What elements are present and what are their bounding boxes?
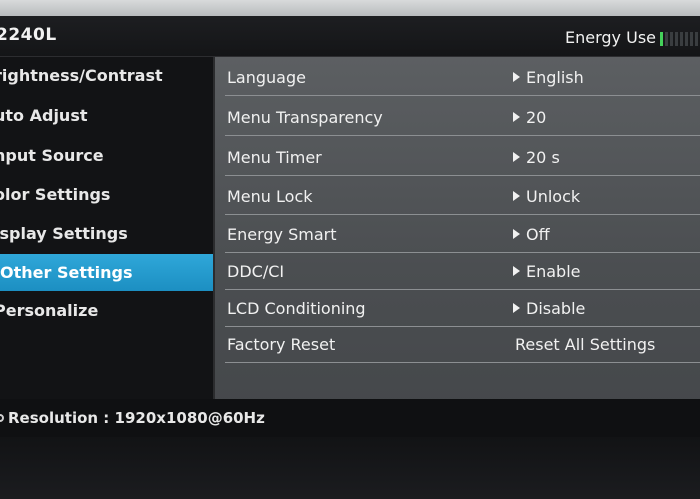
resolution-readout: Resolution : 1920x1080@60Hz (8, 409, 265, 427)
energy-meter-segment (690, 32, 693, 46)
setting-row-ddc-ci[interactable]: DDC/CI Enable (225, 253, 700, 290)
setting-value: 20 s (513, 148, 560, 167)
arrow-right-icon (513, 229, 520, 239)
setting-value: Disable (513, 299, 585, 318)
menu-item-auto-adjust[interactable]: uto Adjust (0, 97, 213, 134)
menu-item-label: olor Settings (0, 185, 111, 204)
energy-meter-segment (670, 32, 673, 46)
arrow-right-icon (513, 112, 520, 122)
arrow-right-icon (513, 191, 520, 201)
menu-item-label: Personalize (0, 301, 99, 320)
setting-name: Language (227, 68, 306, 87)
setting-name: Menu Lock (227, 187, 313, 206)
setting-row-menu-timer[interactable]: Menu Timer 20 s (225, 139, 700, 176)
energy-meter-segment (680, 32, 683, 46)
setting-name: LCD Conditioning (227, 299, 366, 318)
setting-row-language[interactable]: Language English (225, 59, 700, 96)
menu-item-display-settings[interactable]: isplay Settings (0, 215, 213, 252)
bullet-icon (0, 414, 4, 422)
setting-name: Menu Transparency (227, 108, 383, 127)
setting-value: Off (513, 225, 550, 244)
arrow-right-icon (513, 266, 520, 276)
setting-row-factory-reset[interactable]: Factory Reset Reset All Settings (225, 326, 700, 363)
other-settings-panel: Language English Menu Transparency 20 Me… (213, 57, 700, 407)
arrow-right-icon (513, 152, 520, 162)
menu-item-label: nput Source (0, 146, 104, 165)
menu-item-label: uto Adjust (0, 106, 88, 125)
arrow-right-icon (513, 303, 520, 313)
setting-name: Menu Timer (227, 148, 322, 167)
menu-item-input-source[interactable]: nput Source (0, 137, 213, 174)
osd-status-bar: Resolution : 1920x1080@60Hz (0, 399, 700, 439)
setting-value: Unlock (513, 187, 580, 206)
osd-title-bar: 2240L Energy Use (0, 16, 700, 57)
energy-meter-segment (695, 32, 698, 46)
setting-name: Factory Reset (227, 335, 336, 354)
setting-name: Energy Smart (227, 225, 337, 244)
energy-meter-segment (660, 32, 663, 46)
menu-item-other-settings[interactable]: Other Settings (0, 254, 213, 291)
osd-menu: 2240L Energy Use rightness/Contrast uto … (0, 16, 700, 439)
energy-use-label: Energy Use (565, 28, 656, 47)
monitor-screen: 2240L Energy Use rightness/Contrast uto … (0, 0, 700, 499)
model-name: 2240L (0, 25, 57, 45)
setting-row-menu-lock[interactable]: Menu Lock Unlock (225, 178, 700, 215)
setting-value: Enable (513, 262, 581, 281)
menu-item-color-settings[interactable]: olor Settings (0, 176, 213, 213)
setting-row-energy-smart[interactable]: Energy Smart Off (225, 216, 700, 253)
menu-item-label: rightness/Contrast (0, 66, 163, 85)
setting-value: 20 (513, 108, 546, 127)
main-menu: rightness/Contrast uto Adjust nput Sourc… (0, 57, 213, 399)
setting-row-menu-transparency[interactable]: Menu Transparency 20 (225, 99, 700, 136)
energy-meter-segment (675, 32, 678, 46)
setting-row-lcd-conditioning[interactable]: LCD Conditioning Disable (225, 290, 700, 327)
energy-meter-segment (685, 32, 688, 46)
setting-value: English (513, 68, 584, 87)
menu-item-label: Other Settings (0, 263, 133, 282)
setting-name: DDC/CI (227, 262, 285, 281)
monitor-bezel-top (0, 0, 700, 16)
monitor-bezel-bottom (0, 437, 700, 499)
menu-item-brightness-contrast[interactable]: rightness/Contrast (0, 57, 213, 94)
setting-value: Reset All Settings (515, 335, 656, 354)
energy-meter-segment (665, 32, 668, 46)
menu-item-label: isplay Settings (0, 224, 128, 243)
energy-use-meter (660, 32, 700, 46)
menu-item-personalize[interactable]: Personalize (0, 292, 213, 329)
arrow-right-icon (513, 72, 520, 82)
